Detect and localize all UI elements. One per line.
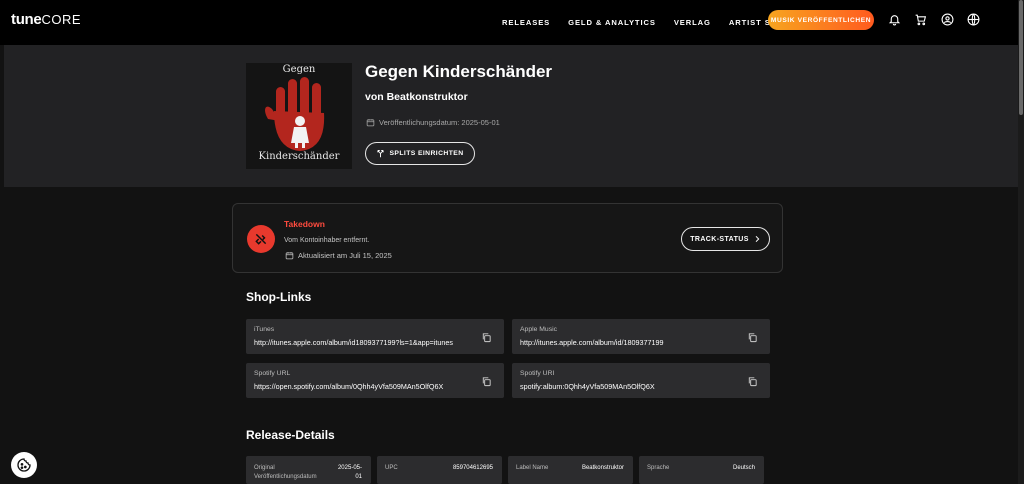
page-scrollbar[interactable] <box>1018 0 1024 484</box>
album-cover: Gegen Kinderschänder <box>246 63 352 169</box>
cookie-icon <box>17 458 31 472</box>
detail-language: Sprache Deutsch <box>639 456 764 484</box>
detail-label-line: Original <box>254 465 275 471</box>
shop-link-label: Spotify URI <box>520 370 555 377</box>
shop-link-apple-music: Apple Music http://itunes.apple.com/albu… <box>512 319 770 354</box>
detail-value: 859704612695 <box>452 465 493 471</box>
shop-link-label: iTunes <box>254 326 275 333</box>
detail-value: 2025-05- 01 <box>338 464 362 482</box>
scrollbar-thumb[interactable] <box>1019 0 1023 115</box>
shop-link-spotify-url: Spotify URL https://open.spotify.com/alb… <box>246 363 504 398</box>
shop-link-value[interactable]: http://itunes.apple.com/album/id/1809377… <box>520 338 663 347</box>
logo-text-core: CORE <box>41 12 82 27</box>
logo-text: tune <box>11 11 42 28</box>
detail-value-line: 2025-05- <box>337 465 362 471</box>
calendar-icon <box>285 252 294 260</box>
shop-link-value[interactable]: spotify:album:0Qhh4yVfa509MAn5OlfQ6X <box>520 382 655 391</box>
nav-publishing[interactable]: VERLAG <box>674 18 711 27</box>
bell-icon[interactable] <box>887 12 901 26</box>
cookie-settings-button[interactable] <box>11 452 37 478</box>
track-status-button[interactable]: TRACK-STATUS <box>681 227 770 251</box>
copy-icon[interactable] <box>481 374 492 387</box>
cover-text-top: Gegen <box>282 64 316 75</box>
nav-money-analytics[interactable]: GELD & ANALYTICS <box>568 18 656 27</box>
status-updated: Aktualisiert am Juli 15, 2025 <box>285 251 392 260</box>
setup-splits-button[interactable]: SPLITS EINRICHTEN <box>365 142 475 165</box>
release-date-text: Veröffentlichungsdatum: 2025-05-01 <box>379 118 500 127</box>
nav-releases[interactable]: RELEASES <box>502 18 550 27</box>
shop-links-heading: Shop-Links <box>246 290 312 304</box>
detail-original-release-date: Original Veröffentlichungsdatum 2025-05- 0… <box>246 456 371 484</box>
detail-upc: UPC 859704612695 <box>377 456 502 484</box>
track-status-label: TRACK-STATUS <box>690 235 749 243</box>
calendar-icon <box>366 119 375 127</box>
detail-label: Sprache <box>647 465 670 471</box>
copy-icon[interactable] <box>481 330 492 343</box>
release-title: Gegen Kinderschänder <box>365 62 553 81</box>
setup-splits-label: SPLITS EINRICHTEN <box>389 150 464 157</box>
copy-icon[interactable] <box>747 330 758 343</box>
tunecore-logo[interactable]: tuneCORE <box>11 11 81 28</box>
takedown-icon <box>247 225 275 253</box>
shop-link-value[interactable]: http://itunes.apple.com/album/id18093771… <box>254 338 453 347</box>
detail-value: Deutsch <box>732 465 755 471</box>
shop-link-label: Spotify URL <box>254 370 291 377</box>
detail-value-line: 01 <box>355 474 362 480</box>
status-label: Takedown <box>284 219 325 229</box>
shop-link-spotify-uri: Spotify URI spotify:album:0Qhh4yVfa509MA… <box>512 363 770 398</box>
top-navigation-bar: tuneCORE RELEASES GELD & ANALYTICS VERLA… <box>0 0 1018 45</box>
detail-label: UPC <box>385 465 398 471</box>
release-details-heading: Release-Details <box>246 428 335 442</box>
release-artist: von Beatkonstruktor <box>365 91 468 103</box>
cover-text-bottom: Kinderschänder <box>258 151 340 162</box>
detail-label-line: Veröffentlichungsdatum <box>254 474 317 480</box>
chevron-right-icon <box>755 235 760 243</box>
copy-icon[interactable] <box>747 374 758 387</box>
shop-link-itunes: iTunes http://itunes.apple.com/album/id1… <box>246 319 504 354</box>
status-message: Vom Kontoinhaber entfernt. <box>284 237 370 244</box>
shop-link-label: Apple Music <box>520 326 558 333</box>
status-updated-text: Aktualisiert am Juli 15, 2025 <box>298 251 392 260</box>
detail-label: Label Name <box>516 465 549 471</box>
split-icon <box>377 150 385 158</box>
detail-label: Original Veröffentlichungsdatum <box>254 464 317 482</box>
account-icon[interactable] <box>940 12 954 26</box>
release-music-button[interactable]: MUSIK VERÖFFENTLICHEN <box>768 10 874 30</box>
detail-value: Beatkonstruktor <box>581 465 624 471</box>
globe-icon[interactable] <box>966 12 980 26</box>
detail-label-name: Label Name Beatkonstruktor <box>508 456 633 484</box>
cart-icon[interactable] <box>913 12 927 26</box>
shop-link-value[interactable]: https://open.spotify.com/album/0Qhh4yVfa… <box>254 382 443 391</box>
release-date: Veröffentlichungsdatum: 2025-05-01 <box>366 118 500 127</box>
